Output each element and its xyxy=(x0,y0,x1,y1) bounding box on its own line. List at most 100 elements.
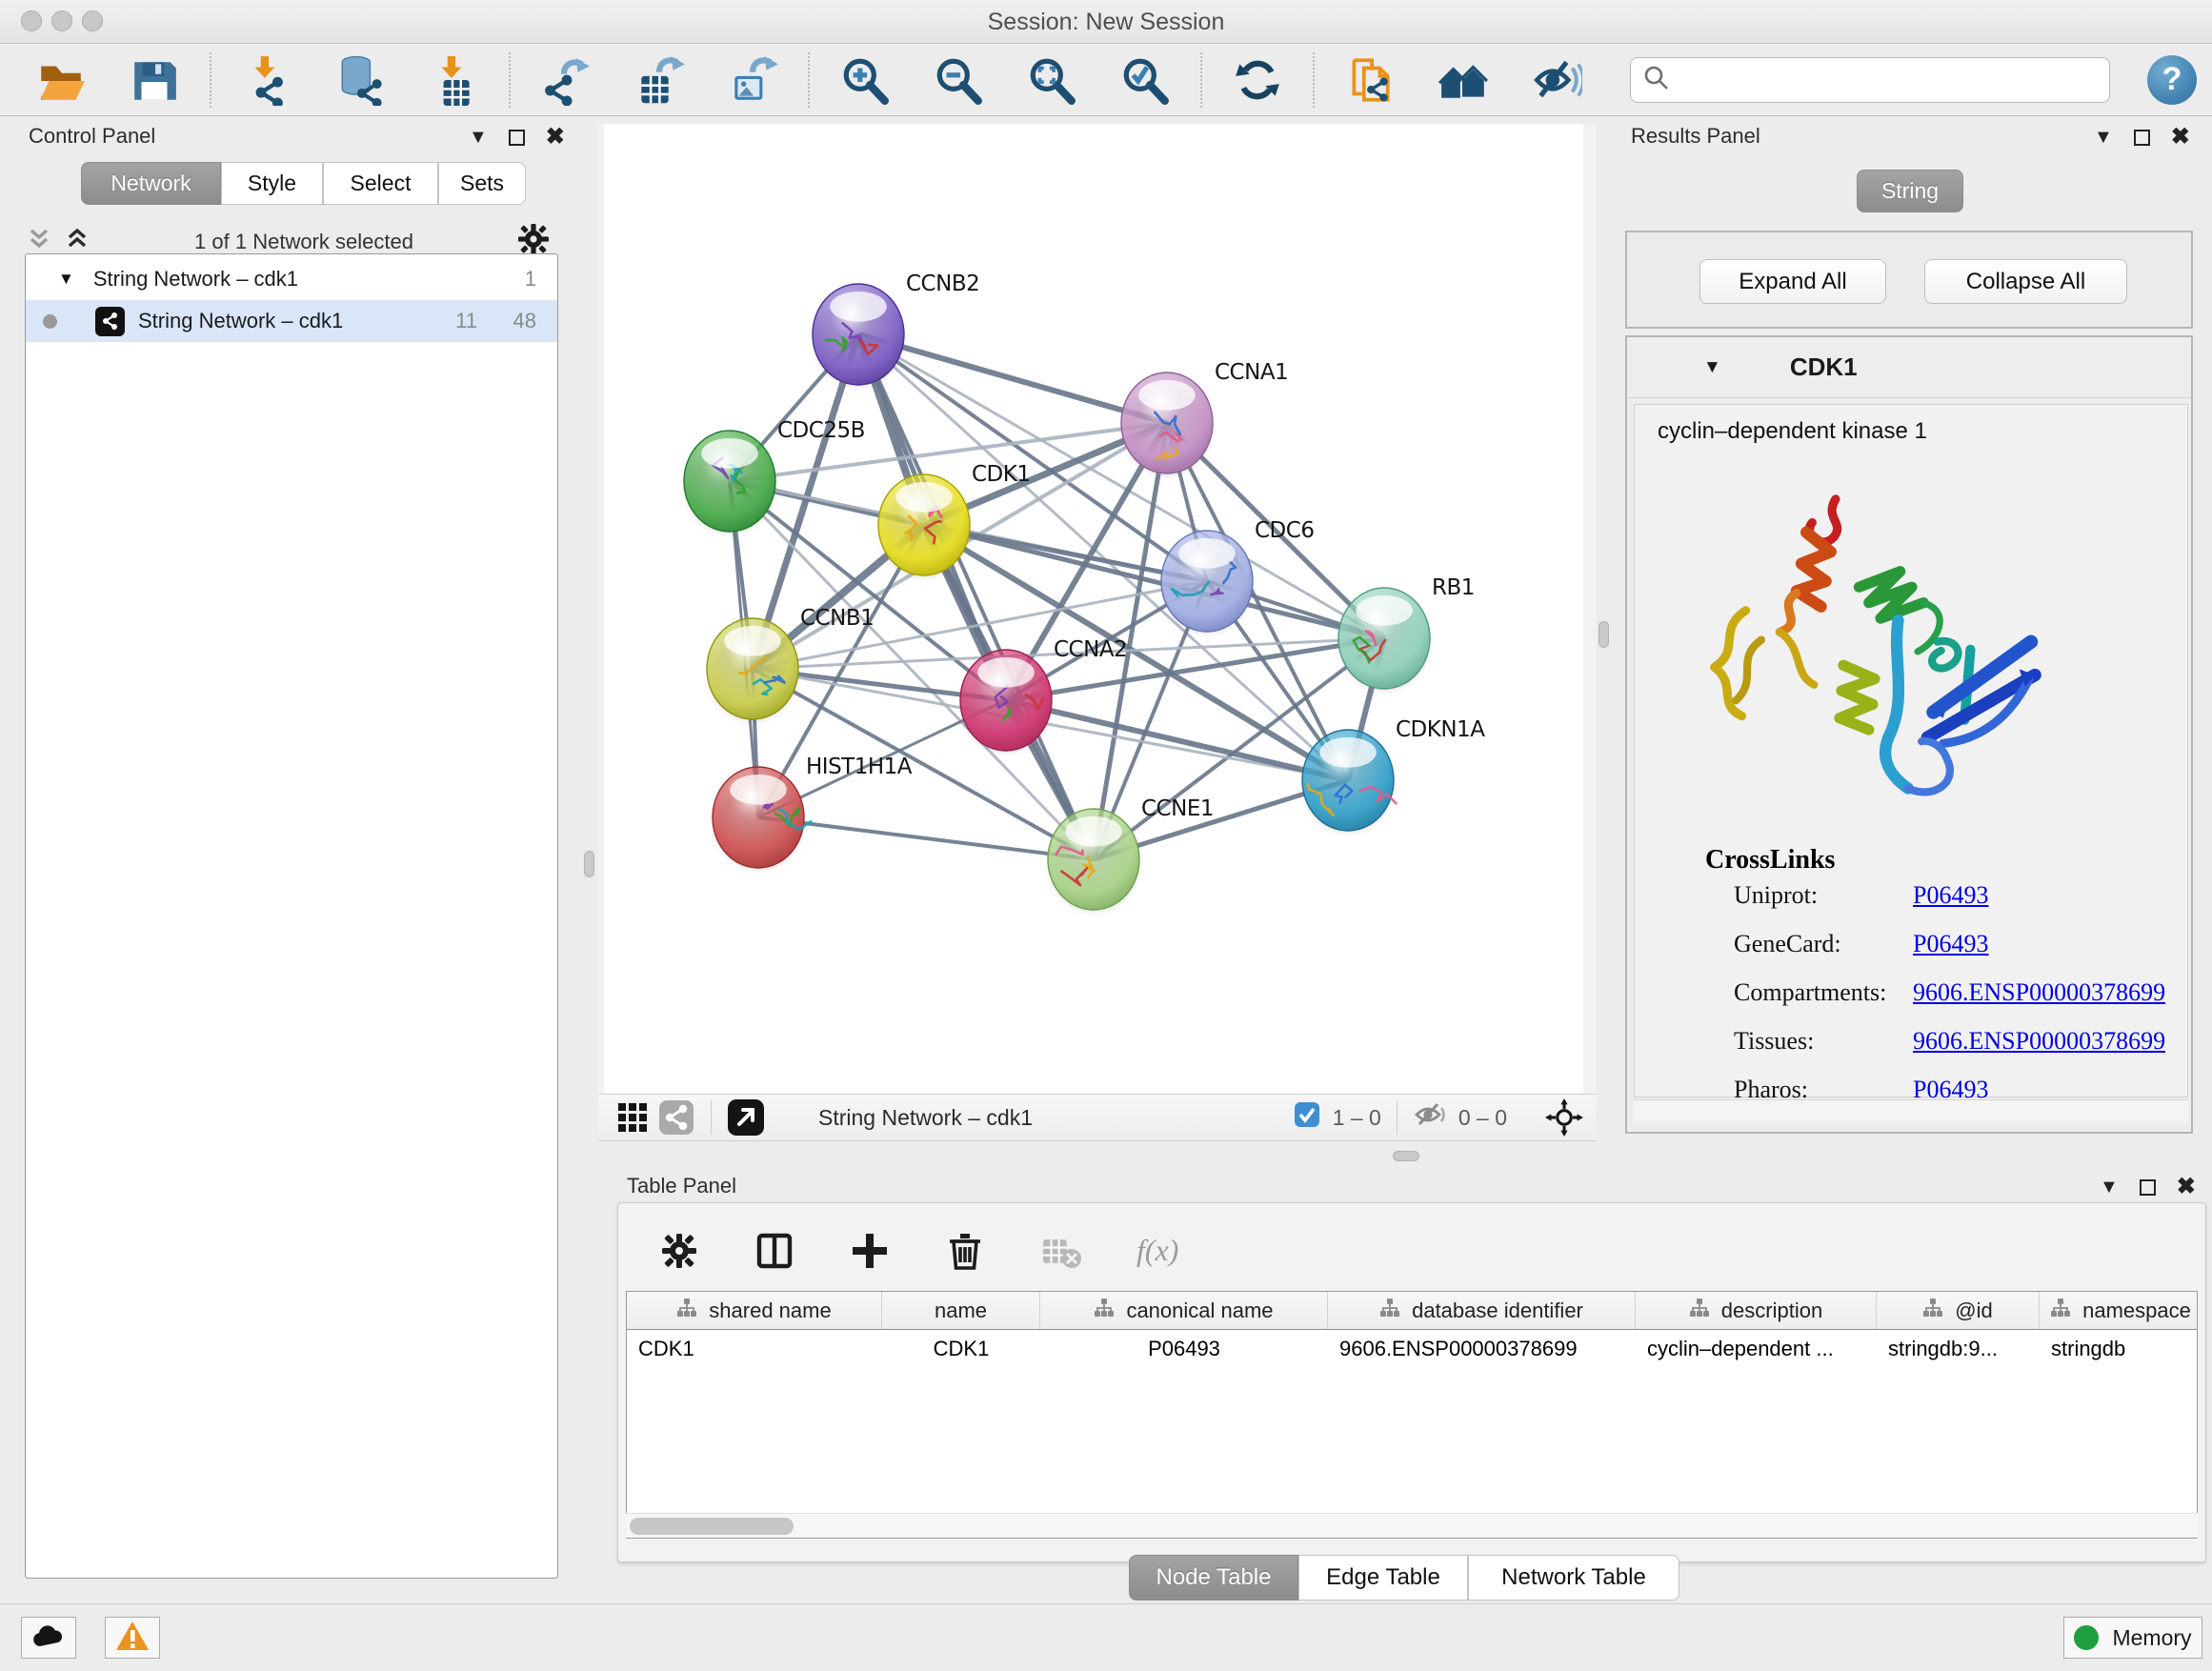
tab-select[interactable]: Select xyxy=(323,162,438,205)
table-cell[interactable]: P06493 xyxy=(1040,1330,1328,1370)
edge-CCNA2-CDKN1A[interactable] xyxy=(1006,700,1348,780)
paste-network-button[interactable] xyxy=(1343,53,1397,107)
column-header-description[interactable]: description xyxy=(1636,1292,1877,1329)
network-collection-row[interactable]: ▼ String Network – cdk1 1 xyxy=(26,258,557,300)
tab-sets[interactable]: Sets xyxy=(438,162,526,205)
node-HIST1H1A[interactable]: HIST1H1A xyxy=(713,755,913,868)
tab-style[interactable]: Style xyxy=(221,162,323,205)
node-label-HIST1H1A: HIST1H1A xyxy=(806,755,913,779)
column-header-database-identifier[interactable]: database identifier xyxy=(1328,1292,1636,1329)
function-builder-button[interactable]: f(x) xyxy=(1129,1224,1182,1278)
memory-button[interactable]: Memory xyxy=(2063,1617,2202,1659)
gene-name: CDK1 xyxy=(1790,352,1858,382)
node-label-CCNA1: CCNA1 xyxy=(1215,360,1288,385)
zoom-selected-button[interactable] xyxy=(1118,53,1172,107)
table-cell[interactable]: CDK1 xyxy=(627,1330,882,1370)
toolbar-group xyxy=(1231,53,1284,107)
hidden-eye-icon[interactable] xyxy=(1413,1100,1447,1135)
table-cell[interactable]: stringdb:9... xyxy=(1877,1330,2040,1370)
section-expander-icon[interactable]: ▼ xyxy=(1703,357,1721,378)
selected-checkbox[interactable] xyxy=(1293,1100,1321,1135)
left-splitter-handle[interactable] xyxy=(584,851,594,877)
panel-menu-icon[interactable]: ▼ xyxy=(2094,128,2113,147)
column-header-shared-name[interactable]: shared name xyxy=(627,1292,882,1329)
table-cell[interactable]: cyclin–dependent ... xyxy=(1636,1330,1877,1370)
edge-CCNB2-CCNA1[interactable] xyxy=(858,334,1167,423)
node-CCNA1[interactable]: CCNA1 xyxy=(1121,360,1288,473)
grid-view-icon[interactable] xyxy=(613,1098,652,1137)
tree-expander-icon[interactable]: ▼ xyxy=(58,270,74,289)
crosslink-link[interactable]: P06493 xyxy=(1913,881,1988,909)
crosslink-link[interactable]: 9606.ENSP00000378699 xyxy=(1913,978,2165,1006)
panel-menu-icon[interactable]: ▼ xyxy=(2100,1178,2119,1197)
warning-button[interactable] xyxy=(105,1617,160,1659)
edge-CCNB2-CCNE1[interactable] xyxy=(858,334,1094,859)
show-all-networks-button[interactable] xyxy=(1437,53,1490,107)
tab-network[interactable]: Network xyxy=(81,162,221,205)
results-scrollbar[interactable] xyxy=(1634,1099,2188,1122)
node-RB1[interactable]: RB1 xyxy=(1338,575,1475,689)
column-header-name[interactable]: name xyxy=(882,1292,1040,1329)
move-crosshair-icon[interactable] xyxy=(1545,1098,1583,1137)
node-CCNB1[interactable]: CCNB1 xyxy=(707,606,874,719)
float-panel-icon[interactable] xyxy=(509,130,525,146)
column-header-canonical-name[interactable]: canonical name xyxy=(1040,1292,1328,1329)
hide-selected-button[interactable] xyxy=(1530,53,1583,107)
open-session-button[interactable] xyxy=(34,53,88,107)
delete-column-button[interactable] xyxy=(938,1224,992,1278)
cloud-button[interactable] xyxy=(21,1617,76,1659)
refresh-view-button[interactable] xyxy=(1231,53,1284,107)
crosslink-link[interactable]: P06493 xyxy=(1913,930,1988,957)
close-panel-icon[interactable]: ✖ xyxy=(2171,126,2190,149)
close-panel-icon[interactable]: ✖ xyxy=(2177,1176,2196,1198)
float-panel-icon[interactable] xyxy=(2134,130,2150,146)
gene-result-section: ▼ CDK1 cyclin–dependent kinase 1 xyxy=(1625,335,2193,1134)
crosslink-row: Tissues:9606.ENSP00000378699 xyxy=(1734,1027,2182,1063)
export-network-button[interactable] xyxy=(539,53,593,107)
zoom-fit-button[interactable] xyxy=(1025,53,1078,107)
column-header-namespace[interactable]: namespace xyxy=(2040,1292,2198,1329)
scrollbar-thumb[interactable] xyxy=(630,1518,794,1535)
table-cell[interactable]: CDK1 xyxy=(882,1330,1040,1370)
column-manager-icon xyxy=(752,1228,797,1274)
delete-table-button[interactable] xyxy=(1034,1224,1087,1278)
right-splitter-handle[interactable] xyxy=(1599,621,1609,648)
tab-node-table[interactable]: Node Table xyxy=(1129,1555,1298,1601)
import-table-file-button[interactable] xyxy=(427,53,480,107)
table-horizontal-scrollbar[interactable] xyxy=(626,1513,2198,1538)
expand-all-button[interactable]: Expand All xyxy=(1699,259,1886,304)
share-view-icon[interactable] xyxy=(657,1098,695,1137)
float-panel-icon[interactable] xyxy=(2140,1179,2156,1196)
import-network-database-button[interactable] xyxy=(333,53,387,107)
horizontal-splitter-handle[interactable] xyxy=(1393,1151,1419,1161)
node-CDKN1A[interactable]: CDKN1A xyxy=(1302,717,1485,831)
open-in-window-icon[interactable] xyxy=(727,1098,765,1137)
zoom-out-button[interactable] xyxy=(932,53,985,107)
tab-network-table[interactable]: Network Table xyxy=(1468,1555,1679,1601)
tab-edge-table[interactable]: Edge Table xyxy=(1298,1555,1468,1601)
gene-section-header[interactable]: ▼ CDK1 xyxy=(1627,337,2191,398)
table-cell[interactable]: 9606.ENSP00000378699 xyxy=(1328,1330,1636,1370)
search-input[interactable] xyxy=(1671,68,2081,92)
collapse-all-button[interactable]: Collapse All xyxy=(1924,259,2127,304)
export-table-button[interactable] xyxy=(633,53,686,107)
close-panel-icon[interactable]: ✖ xyxy=(546,126,565,149)
tab-string[interactable]: String xyxy=(1857,170,1963,212)
panel-menu-icon[interactable]: ▼ xyxy=(469,128,488,147)
save-session-button[interactable] xyxy=(128,53,181,107)
crosslink-link[interactable]: 9606.ENSP00000378699 xyxy=(1913,1027,2165,1055)
add-column-button[interactable] xyxy=(843,1224,896,1278)
import-network-file-button[interactable] xyxy=(240,53,293,107)
help-button[interactable]: ? xyxy=(2147,55,2197,105)
table-settings-button[interactable] xyxy=(653,1224,706,1278)
column-manager-button[interactable] xyxy=(748,1224,801,1278)
export-image-button[interactable] xyxy=(726,53,779,107)
column-header--id[interactable]: @id xyxy=(1877,1292,2040,1329)
network-row[interactable]: String Network – cdk1 11 48 xyxy=(26,300,557,342)
table-cell[interactable]: stringdb xyxy=(2040,1330,2198,1370)
network-graph[interactable]: CCNB2CCNA1CDC25BCDK1CDC6RB1CCNB1CCNA2CDK… xyxy=(604,124,1583,1094)
table-row[interactable]: CDK1CDK1P064939606.ENSP00000378699cyclin… xyxy=(627,1330,2197,1370)
search-box[interactable] xyxy=(1630,57,2110,103)
network-canvas[interactable]: CCNB2CCNA1CDC25BCDK1CDC6RB1CCNB1CCNA2CDK… xyxy=(604,124,1583,1094)
zoom-in-button[interactable] xyxy=(838,53,892,107)
